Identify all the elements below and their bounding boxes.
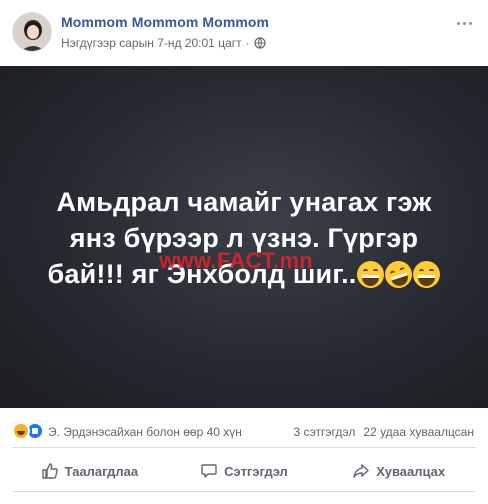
comments-count[interactable]: 3 сэтгэгдэл [294,425,356,439]
author-name[interactable]: Mommom Mommom Mommom [61,14,269,30]
image-text-line-1: Амьдрал чамайг унагах гэж [56,187,432,217]
comment-button[interactable]: Сэтгэгдэл [167,453,322,489]
divider [12,491,476,492]
comment-button-label: Сэтгэгдэл [224,463,288,479]
share-button-label: Хуваалцах [376,463,446,479]
rolling-laughing-emoji-icon [381,257,416,292]
post-header: Mommom Mommom Mommom Нэгдүгээр сарын 7-н… [0,0,488,66]
author-avatar[interactable] [12,12,52,52]
more-options-icon[interactable] [452,16,476,30]
reaction-icons[interactable] [12,422,44,440]
like-button-label: Таалагдлаа [64,463,139,479]
globe-icon[interactable] [254,37,266,49]
engagement-counts: 3 сэтгэгдэл 22 удаа хуваалцсан [294,425,474,439]
reactions-bar: Э. Эрдэнэсайхан болон өөр 40 хүн 3 сэтгэ… [0,420,488,442]
grinning-emoji-icon [357,261,385,288]
share-icon [353,464,369,478]
thumbs-up-icon [41,463,58,479]
haha-reaction-icon [12,422,30,440]
divider [12,447,476,448]
shares-count[interactable]: 22 удаа хуваалцсан [363,425,474,439]
post-meta: Нэгдүгээр сарын 7-нд 20:01 цагт · [61,36,266,50]
meta-separator: · [245,36,250,50]
share-button[interactable]: Хуваалцах [321,453,476,489]
post-actions: Таалагдлаа Сэтгэгдэл Хуваалцах [12,453,476,489]
image-caption-text: Амьдрал чамайг унагах гэж янз бүрээр л ү… [0,184,488,292]
facebook-post: Mommom Mommom Mommom Нэгдүгээр сарын 7-н… [0,0,488,504]
grinning-emoji-icon [413,261,441,288]
post-timestamp[interactable]: Нэгдүгээр сарын 7-нд 20:01 цагт [61,36,242,50]
post-image[interactable]: Амьдрал чамайг унагах гэж янз бүрээр л ү… [0,66,488,408]
comment-icon [201,464,217,478]
avatar-photo [13,13,51,51]
watermark-text: www.FACT.mn [159,248,314,273]
like-button[interactable]: Таалагдлаа [12,453,167,489]
reaction-names[interactable]: Э. Эрдэнэсайхан болон өөр 40 хүн [48,425,242,439]
